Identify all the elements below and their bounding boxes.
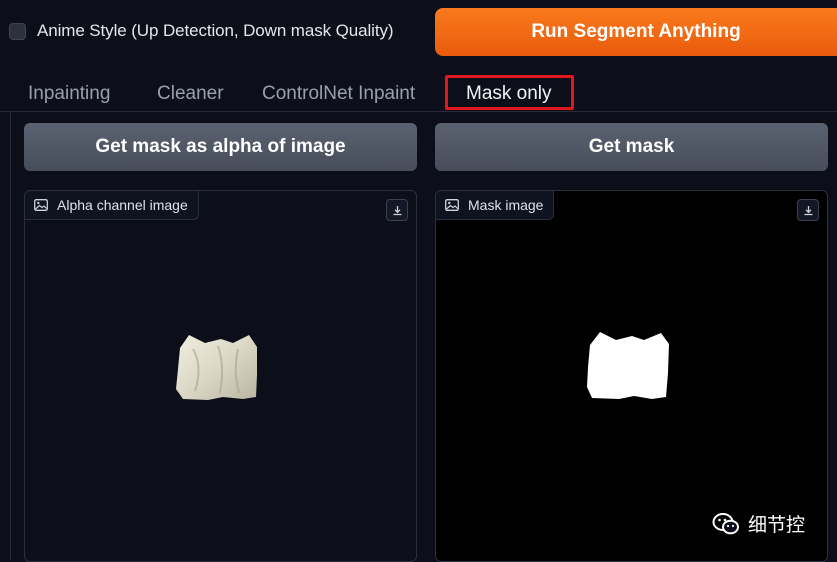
watermark: 细节控	[712, 510, 805, 537]
alpha-download-button[interactable]	[386, 199, 408, 221]
alpha-channel-image-label: Alpha channel image	[25, 191, 199, 220]
tab-inpainting[interactable]: Inpainting	[28, 83, 110, 105]
mask-download-button[interactable]	[797, 199, 819, 221]
get-mask-as-alpha-button[interactable]: Get mask as alpha of image	[24, 123, 417, 171]
watermark-text: 细节控	[748, 515, 806, 536]
alpha-channel-image-panel: Alpha channel image	[24, 190, 417, 562]
wechat-icon	[712, 512, 739, 534]
get-mask-button[interactable]: Get mask	[435, 123, 828, 171]
alpha-image-cutout	[176, 335, 257, 400]
image-icon	[445, 199, 459, 211]
mask-image-title: Mask image	[468, 197, 544, 213]
anime-style-option[interactable]: Anime Style (Up Detection, Down mask Qua…	[9, 21, 394, 41]
tab-highlight-box	[445, 75, 574, 110]
download-icon	[393, 205, 401, 215]
anime-style-label: Anime Style (Up Detection, Down mask Qua…	[37, 21, 394, 40]
mask-image-label: Mask image	[436, 191, 555, 220]
tab-cleaner[interactable]: Cleaner	[157, 83, 224, 105]
alpha-channel-image-title: Alpha channel image	[57, 197, 188, 213]
mask-image-panel: Mask image	[435, 190, 828, 562]
tab-bar: Inpainting Cleaner ControlNet Inpaint Ma…	[0, 70, 837, 112]
anime-style-checkbox[interactable]	[9, 22, 26, 40]
run-segment-anything-button[interactable]: Run Segment Anything	[435, 8, 837, 56]
mask-image-shape	[587, 332, 669, 399]
download-icon	[804, 205, 812, 215]
image-icon	[34, 199, 48, 211]
tab-controlnet-inpaint[interactable]: ControlNet Inpaint	[262, 83, 415, 105]
